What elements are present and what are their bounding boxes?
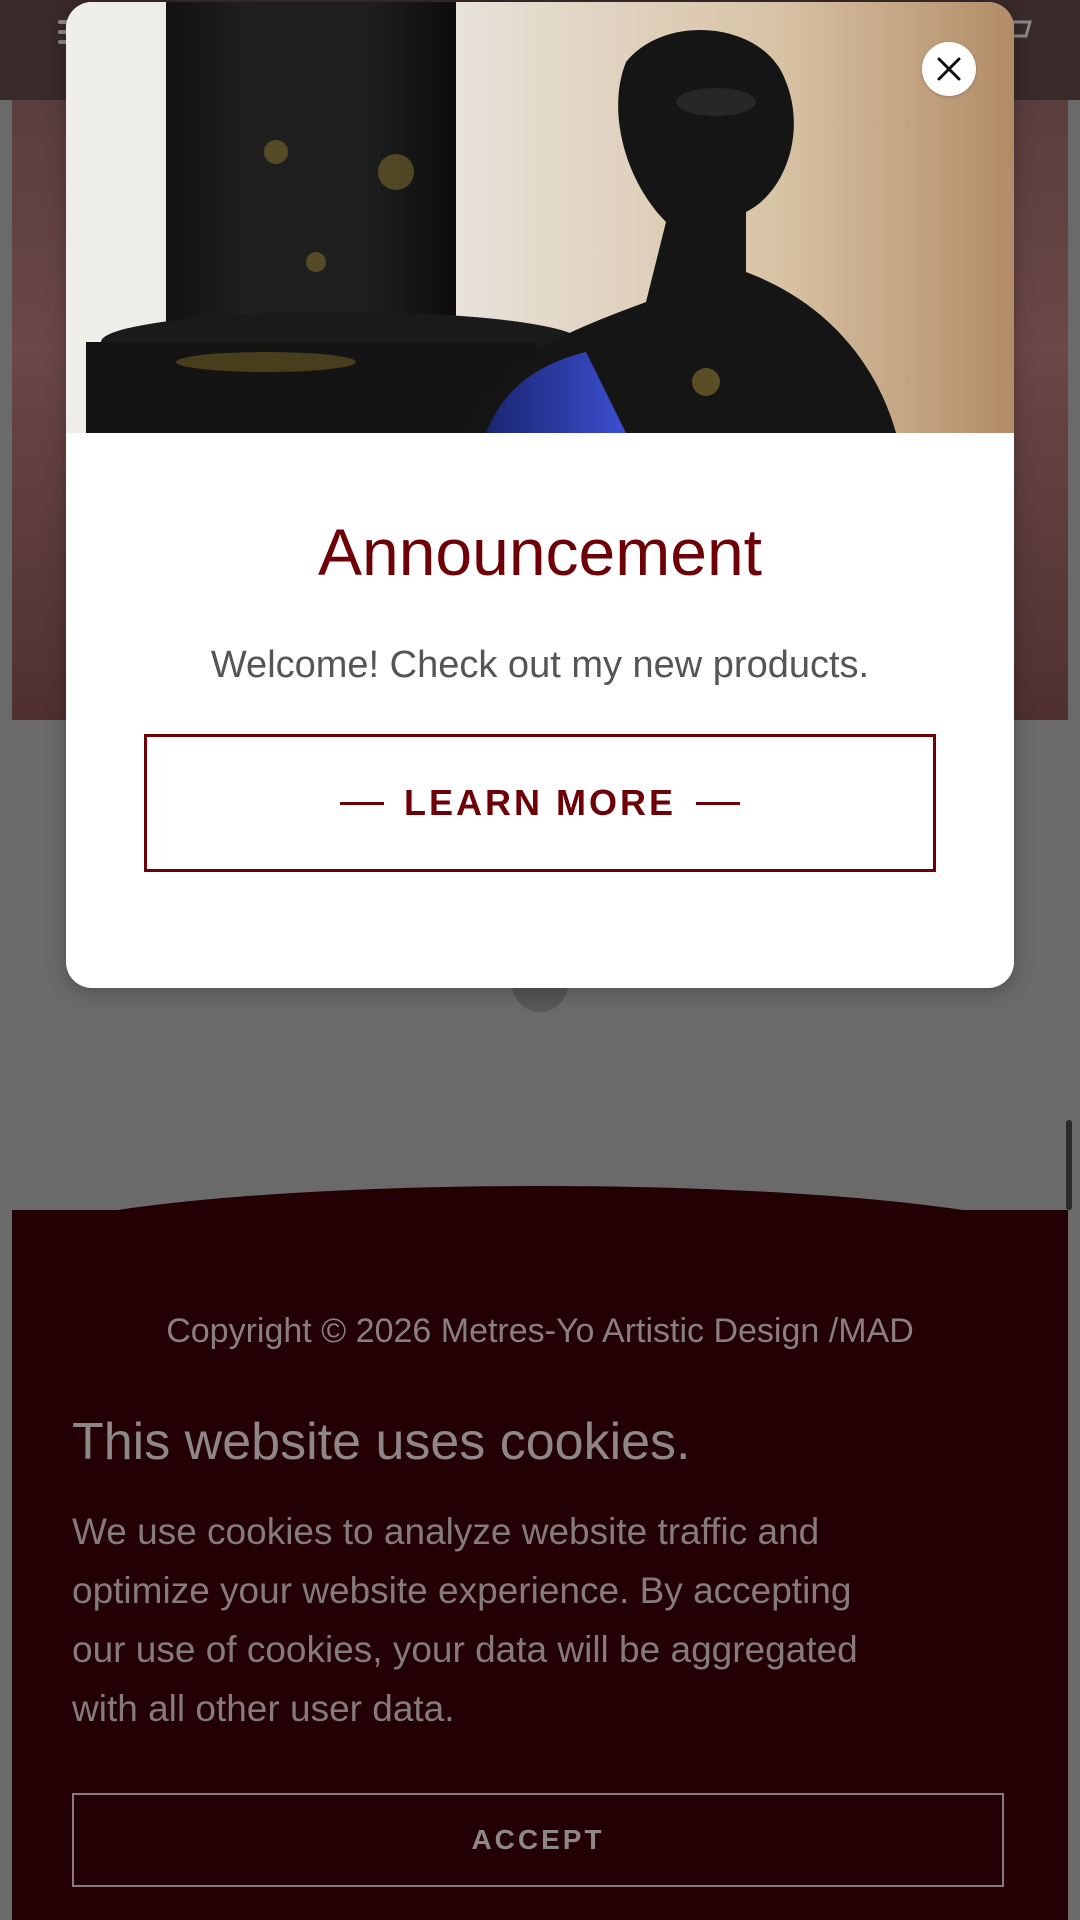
- announcement-modal: Announcement Welcome! Check out my new p…: [66, 2, 1014, 988]
- page: Copyright © 2026 Metres-Yo Artistic Desi…: [0, 0, 1080, 1920]
- close-modal-button[interactable]: [922, 42, 976, 96]
- modal-title: Announcement: [318, 515, 762, 589]
- learn-more-button[interactable]: LEARN MORE: [144, 734, 936, 872]
- dash-right: [696, 801, 740, 805]
- sculpture-photo: [66, 2, 1014, 433]
- learn-more-label: LEARN MORE: [404, 782, 676, 823]
- dash-left: [340, 801, 384, 805]
- close-icon: [937, 57, 961, 81]
- modal-message: Welcome! Check out my new products.: [210, 644, 870, 686]
